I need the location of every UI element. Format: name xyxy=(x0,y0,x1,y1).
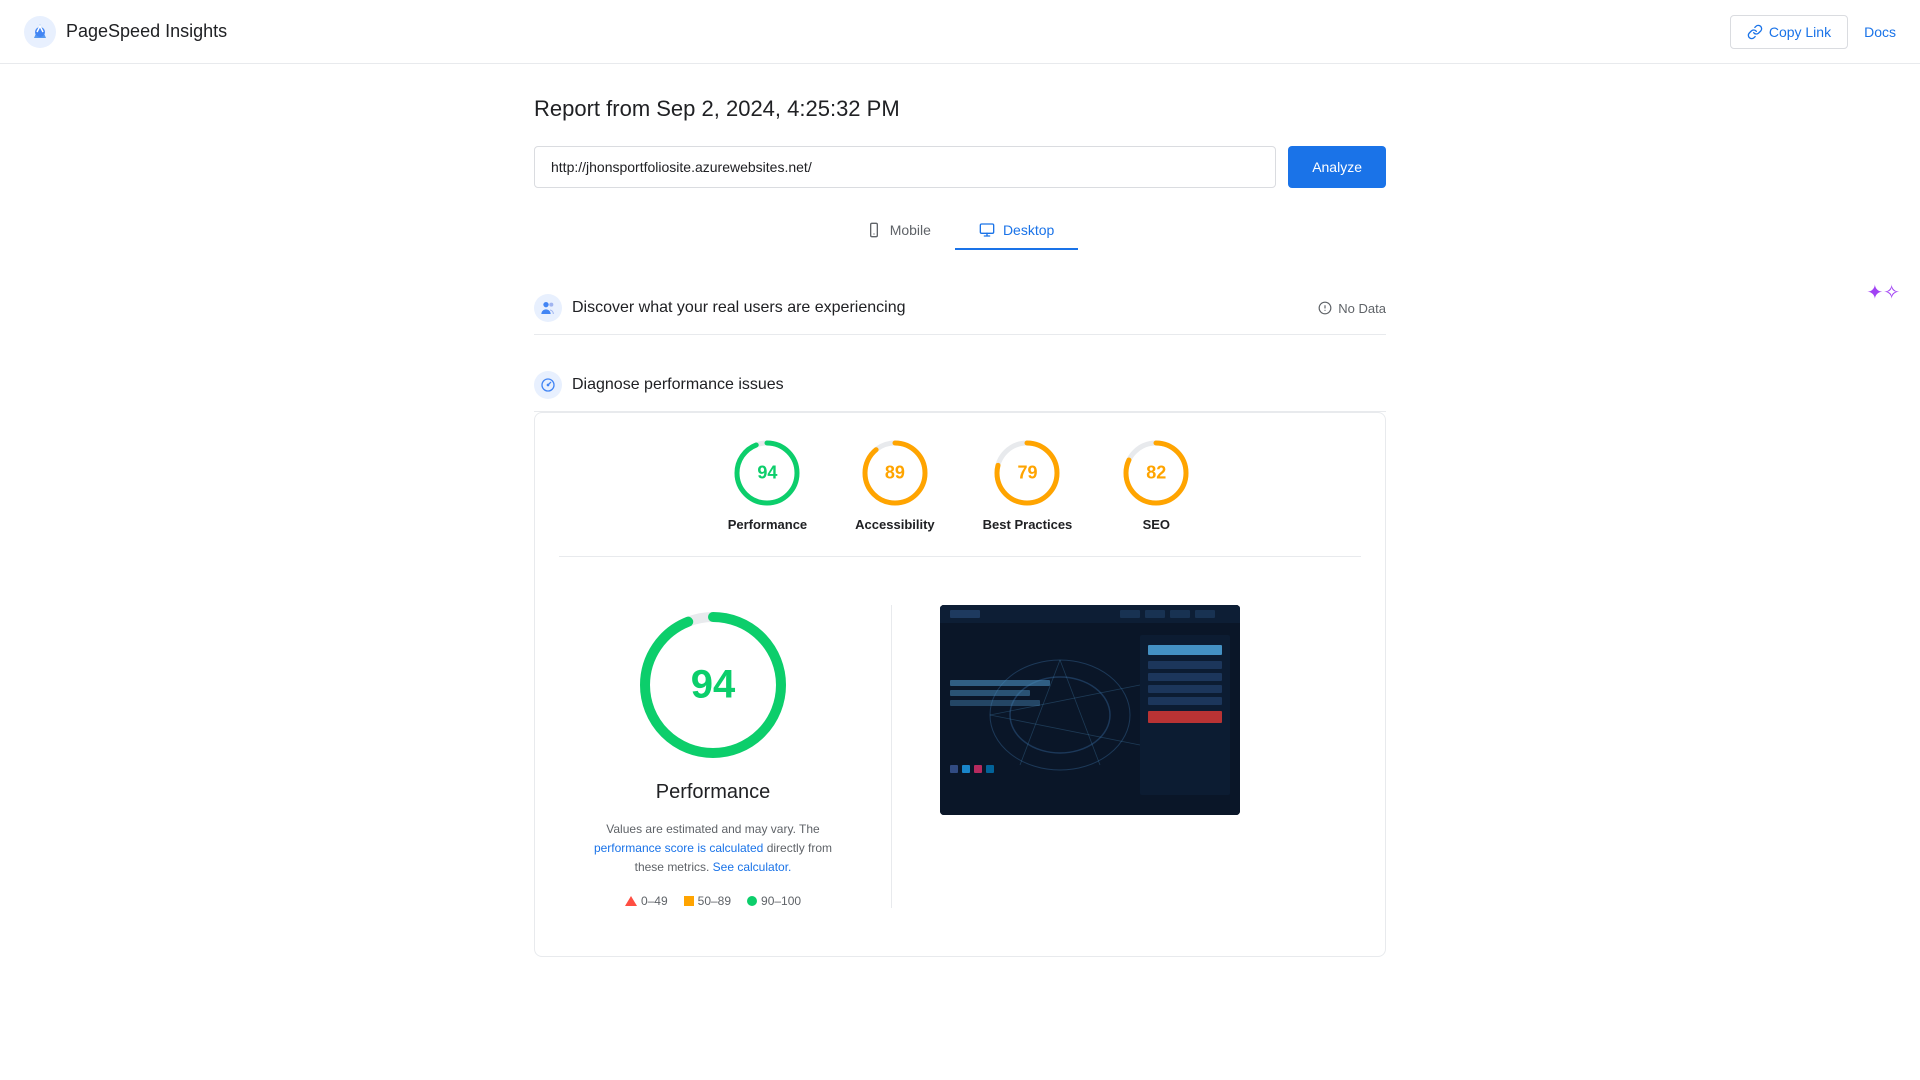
performance-circle: 94 xyxy=(731,437,803,509)
real-users-title: Discover what your real users are experi… xyxy=(572,299,905,317)
accessibility-score: 89 xyxy=(885,463,905,484)
website-screenshot xyxy=(940,605,1240,815)
diagnose-title-wrap: Diagnose performance issues xyxy=(534,371,784,399)
score-legend: 0–49 50–89 90–100 xyxy=(625,894,801,908)
desc-part1: Values are estimated and may vary. The xyxy=(606,822,819,836)
legend-pass-range: 90–100 xyxy=(761,894,801,908)
accessibility-label: Accessibility xyxy=(855,517,935,532)
scores-card: 94 Performance 89 Accessibility xyxy=(534,412,1386,957)
perf-description: Values are estimated and may vary. The p… xyxy=(583,820,843,878)
real-users-section: Discover what your real users are experi… xyxy=(534,282,1386,335)
url-bar: Analyze xyxy=(534,146,1386,188)
url-input[interactable] xyxy=(534,146,1276,188)
legend-average-range: 50–89 xyxy=(698,894,731,908)
legend-pass-icon xyxy=(747,896,757,906)
pagespeed-logo xyxy=(24,16,56,48)
tab-desktop[interactable]: Desktop xyxy=(955,212,1078,250)
tab-mobile[interactable]: Mobile xyxy=(842,212,955,250)
app-title: PageSpeed Insights xyxy=(66,21,227,42)
legend-fail: 0–49 xyxy=(625,894,668,908)
legend-fail-icon xyxy=(625,896,637,906)
legend-fail-range: 0–49 xyxy=(641,894,668,908)
desktop-icon xyxy=(979,222,995,238)
big-performance-score: 94 xyxy=(691,663,736,708)
header-actions: Copy Link Docs xyxy=(1730,15,1896,49)
logo-area: PageSpeed Insights xyxy=(24,16,227,48)
best-practices-circle: 79 xyxy=(991,437,1063,509)
performance-label: Performance xyxy=(728,517,807,532)
diagnose-section: Diagnose performance issues 94 Performan… xyxy=(534,359,1386,957)
header: PageSpeed Insights Copy Link Docs xyxy=(0,0,1920,64)
seo-label: SEO xyxy=(1143,517,1170,532)
diagnose-title: Diagnose performance issues xyxy=(572,376,784,394)
copy-link-button[interactable]: Copy Link xyxy=(1730,15,1848,49)
screenshot-svg xyxy=(940,605,1240,815)
score-seo[interactable]: 82 SEO xyxy=(1120,437,1192,532)
tab-desktop-label: Desktop xyxy=(1003,222,1054,238)
perf-right xyxy=(940,605,1337,815)
score-performance[interactable]: 94 Performance xyxy=(728,437,807,532)
best-practices-label: Best Practices xyxy=(983,517,1073,532)
big-performance-circle: 94 xyxy=(633,605,793,765)
ai-stars-icon: ✦✧ xyxy=(1866,280,1900,305)
vertical-divider xyxy=(891,605,892,908)
seo-score: 82 xyxy=(1146,463,1166,484)
performance-score: 94 xyxy=(757,463,777,484)
scores-row: 94 Performance 89 Accessibility xyxy=(559,437,1361,532)
perf-score-calc-link[interactable]: performance score is calculated xyxy=(594,841,763,855)
tab-mobile-label: Mobile xyxy=(890,222,931,238)
legend-average: 50–89 xyxy=(684,894,731,908)
link-icon xyxy=(1747,24,1763,40)
device-tabs: Mobile Desktop xyxy=(534,212,1386,250)
perf-title: Performance xyxy=(656,781,771,804)
legend-pass: 90–100 xyxy=(747,894,801,908)
accessibility-circle: 89 xyxy=(859,437,931,509)
legend-average-icon xyxy=(684,896,694,906)
score-accessibility[interactable]: 89 Accessibility xyxy=(855,437,935,532)
screenshot-inner xyxy=(940,605,1240,815)
diagnose-header: Diagnose performance issues xyxy=(534,359,1386,412)
users-icon xyxy=(540,300,556,316)
section-title-wrap: Discover what your real users are experi… xyxy=(534,294,905,322)
seo-circle: 82 xyxy=(1120,437,1192,509)
gauge-icon xyxy=(540,377,556,393)
analyze-button[interactable]: Analyze xyxy=(1288,146,1386,188)
no-data-indicator: No Data xyxy=(1318,301,1386,316)
no-data-label: No Data xyxy=(1338,301,1386,316)
best-practices-score: 79 xyxy=(1017,463,1037,484)
real-users-icon xyxy=(534,294,562,322)
diagnose-icon xyxy=(534,371,562,399)
copy-link-label: Copy Link xyxy=(1769,24,1831,40)
report-title: Report from Sep 2, 2024, 4:25:32 PM xyxy=(534,96,1386,122)
score-best-practices[interactable]: 79 Best Practices xyxy=(983,437,1073,532)
perf-left: 94 Performance Values are estimated and … xyxy=(583,605,843,908)
performance-detail: 94 Performance Values are estimated and … xyxy=(559,581,1361,932)
mobile-icon xyxy=(866,222,882,238)
docs-link[interactable]: Docs xyxy=(1864,24,1896,40)
main-content: Report from Sep 2, 2024, 4:25:32 PM Anal… xyxy=(510,64,1410,1013)
info-icon xyxy=(1318,301,1332,315)
see-calculator-link[interactable]: See calculator. xyxy=(713,860,792,874)
real-users-header: Discover what your real users are experi… xyxy=(534,282,1386,335)
